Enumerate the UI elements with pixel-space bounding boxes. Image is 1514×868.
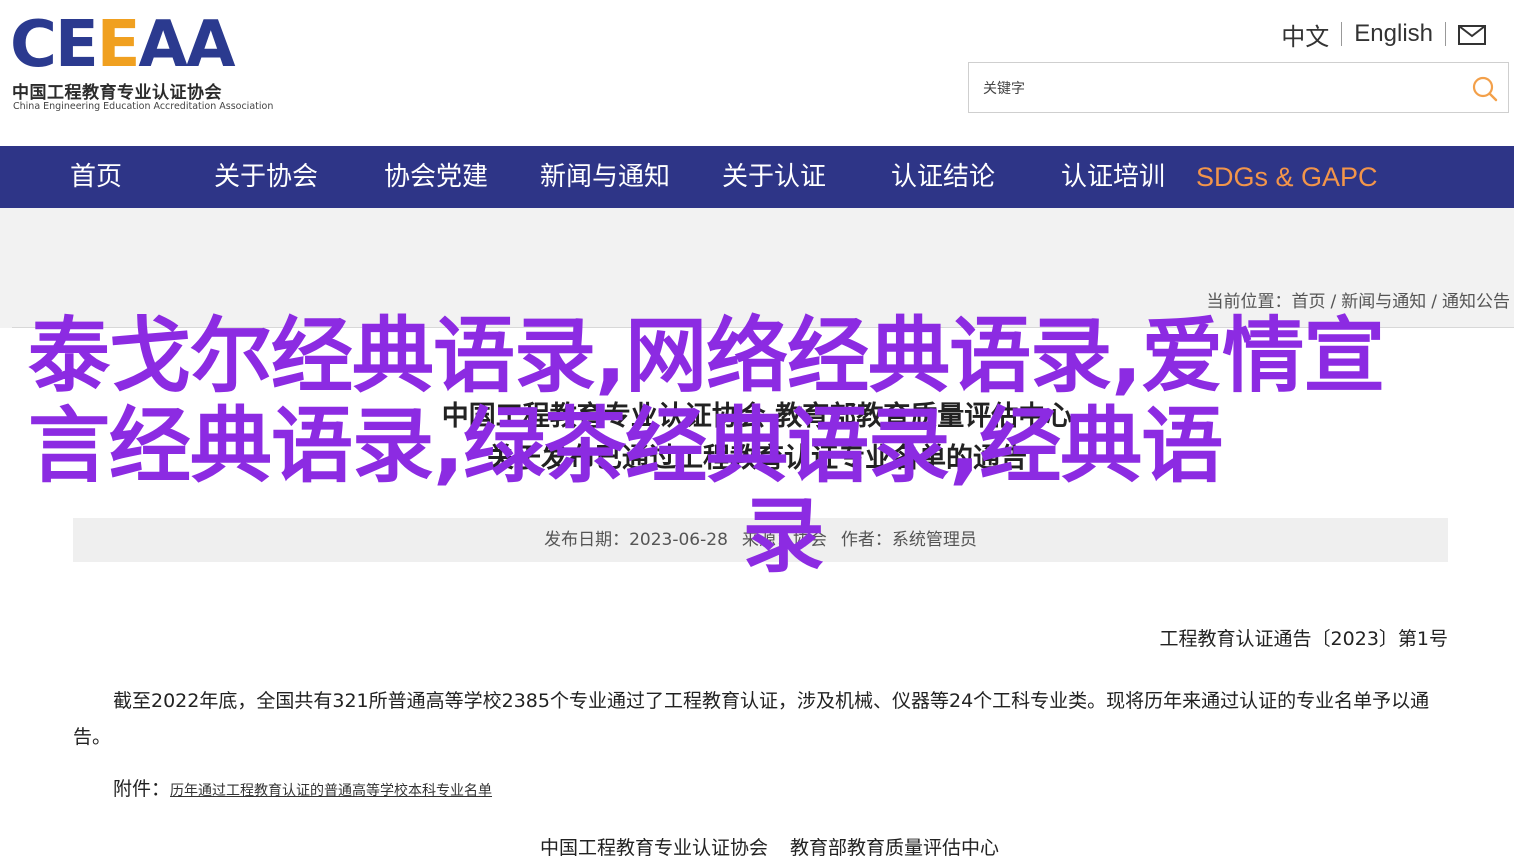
signature-org: 中国工程教育专业认证协会 <box>540 837 769 859</box>
notice-number: 工程教育认证通告〔2023〕第1号 <box>1159 628 1448 650</box>
breadcrumb-news[interactable]: 新闻与通知 <box>1341 292 1426 312</box>
search-icon[interactable] <box>1470 74 1500 104</box>
breadcrumb-separator: / <box>1431 292 1437 312</box>
search-box <box>968 62 1509 113</box>
breadcrumb-separator: / <box>1330 292 1337 312</box>
lang-chinese-link[interactable]: 中文 <box>1281 17 1329 52</box>
article-author: 系统管理员 <box>891 530 977 550</box>
article-signature: 中国工程教育专业认证协会 教育部教育质量评估中心 <box>540 833 999 860</box>
attachment-label: 附件： <box>113 778 171 800</box>
divider <box>1445 22 1446 46</box>
article-title-line: 关于发布已通过工程教育认证专业名单的通告 <box>487 443 1027 474</box>
logo-letter: C <box>10 8 57 82</box>
divider <box>1341 22 1343 46</box>
site-header: C E E A A 中国工程教育专业认证协会 China Engineering… <box>0 0 1514 146</box>
logo-letter: A <box>138 8 188 82</box>
logo-letter: E <box>54 8 99 82</box>
signature-org: 教育部教育质量评估中心 <box>790 837 1000 859</box>
article-meta: 发布日期：2023-06-28 来源：协会 作者：系统管理员 <box>73 518 1448 562</box>
nav-item-training[interactable]: 认证培训 <box>1061 146 1165 208</box>
site-logo[interactable]: C E E A A 中国工程教育专业认证协会 China Engineering… <box>10 8 274 118</box>
logo-letter: A <box>185 8 236 82</box>
date-label: 发布日期： <box>544 530 630 550</box>
attachment-link[interactable]: 历年通过工程教育认证的普通高等学校本科专业名单 <box>170 783 492 799</box>
breadcrumb-home[interactable]: 首页 <box>1292 292 1326 312</box>
search-input[interactable] <box>981 77 1445 101</box>
logo-chinese-name: 中国工程教育专业认证协会 <box>12 83 222 103</box>
article-source: 协会 <box>792 530 827 550</box>
breadcrumb: 当前位置：首页 / 新闻与通知 / 通知公告 <box>1207 287 1510 312</box>
nav-item-about-accreditation[interactable]: 关于认证 <box>722 146 826 208</box>
breadcrumb-prefix: 当前位置： <box>1206 292 1292 312</box>
mail-icon[interactable] <box>1458 24 1486 45</box>
author-label: 作者： <box>840 530 892 550</box>
nav-item-news[interactable]: 新闻与通知 <box>540 146 670 208</box>
nav-item-about-association[interactable]: 关于协会 <box>214 146 318 208</box>
article-title: 中国工程教育专业认证协会 教育部教育质量评估中心 关于发布已通过工程教育认证专业… <box>0 396 1514 480</box>
language-switcher: 中文 English <box>1281 17 1486 52</box>
lang-english-link[interactable]: English <box>1354 20 1433 48</box>
nav-item-party-building[interactable]: 协会党建 <box>384 146 488 208</box>
logo-wordmark: C E E A A <box>10 8 236 82</box>
attachment: 附件：历年通过工程教育认证的普通高等学校本科专业名单 <box>113 774 492 801</box>
publish-date: 2023-06-28 <box>629 530 728 550</box>
source-label: 来源： <box>741 530 793 550</box>
breadcrumb-notices[interactable]: 通知公告 <box>1442 292 1510 312</box>
logo-letter: E <box>96 8 141 82</box>
main-nav: 首页 关于协会 协会党建 新闻与通知 关于认证 认证结论 认证培训 SDGs &… <box>0 146 1514 208</box>
article-paragraph: 截至2022年底，全国共有321所普通高等学校2385个专业通过了工程教育认证，… <box>73 690 1430 748</box>
logo-english-name: China Engineering Education Accreditatio… <box>13 101 274 112</box>
nav-item-conclusions[interactable]: 认证结论 <box>891 146 995 208</box>
article-title-line: 中国工程教育专业认证协会 教育部教育质量评估中心 <box>441 401 1073 432</box>
nav-item-home[interactable]: 首页 <box>70 146 122 208</box>
nav-item-sdgs-gapc[interactable]: SDGs & GAPC <box>1196 146 1378 208</box>
